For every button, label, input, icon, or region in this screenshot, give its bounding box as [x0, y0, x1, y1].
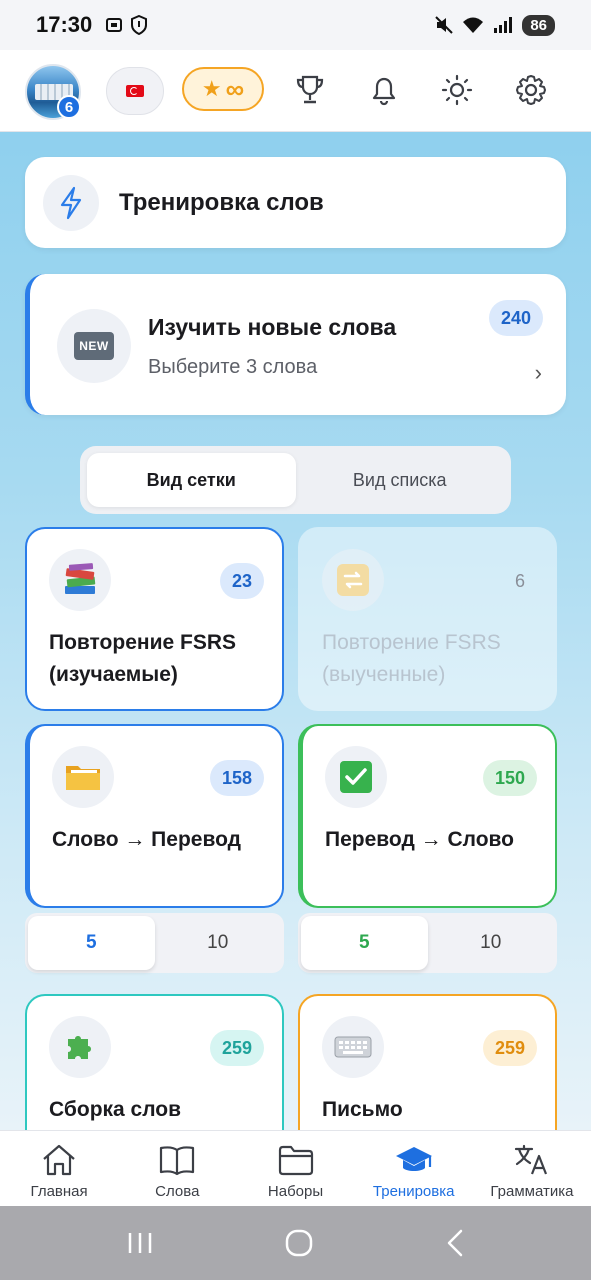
graduation-cap-icon [395, 1147, 432, 1171]
status-icons-left [104, 15, 148, 35]
grid-view-option[interactable]: Вид сетки [87, 453, 296, 507]
top-app-bar: 6 ★ ∞ [0, 50, 591, 132]
wifi-icon [463, 17, 484, 33]
writing-count-badge: 259 [482, 1030, 537, 1066]
lightning-icon-wrap [43, 174, 99, 231]
keyboard-icon-wrap [322, 1016, 384, 1078]
sun-icon [441, 74, 473, 106]
new-icon: NEW [74, 332, 114, 360]
view-toggle: Вид сетки Вид списка [80, 446, 511, 514]
notifications-button[interactable] [364, 70, 404, 110]
word-assembly-tile[interactable]: 259 Сборка слов [25, 994, 284, 1130]
book-icon [160, 1146, 195, 1176]
nav-sets[interactable]: Наборы [236, 1131, 354, 1206]
translation-word-tile[interactable]: 150 Перевод → Слово [298, 724, 557, 908]
gear-icon [516, 75, 546, 105]
fsrs-learned-label: Повторение FSRS (выученные) [322, 631, 501, 686]
books-icon [65, 563, 96, 594]
keyboard-icon [334, 1036, 372, 1058]
check-icon [340, 761, 372, 793]
repeat-icon-wrap [322, 549, 384, 611]
fsrs-learned-count-badge: 6 [514, 570, 525, 591]
mute-icon [435, 16, 454, 34]
language-flag-button[interactable] [106, 67, 164, 115]
fsrs-learning-tile[interactable]: 23 Повторение FSRS (изучаемые) [25, 527, 284, 711]
learn-new-words-subtitle: Выберите 3 слова [148, 356, 318, 378]
stars-button[interactable]: ★ ∞ [182, 67, 264, 111]
writing-tile[interactable]: 259 Письмо [298, 994, 557, 1130]
list-view-option[interactable]: Вид списка [296, 453, 505, 507]
word-translation-count-selector: 5 10 [25, 913, 284, 973]
status-time: 17:30 [36, 12, 93, 37]
level-badge: 6 [57, 95, 81, 119]
nav-sets-label: Наборы [267, 1183, 324, 1200]
screenshot-icon [106, 18, 123, 32]
chevron-right-icon: › [534, 360, 542, 385]
nav-home[interactable]: Главная [0, 1131, 118, 1206]
fsrs-learned-tile[interactable]: 6 Повторение FSRS (выученные) [298, 527, 557, 711]
word-translation-label: Слово → Перевод [52, 828, 241, 851]
folder-icon [66, 766, 100, 790]
new-words-count-badge: 240 [488, 300, 543, 336]
books-icon-wrap [49, 549, 111, 611]
bottom-navigation: Главная Слова Наборы Тренировка Граммати… [0, 1130, 591, 1206]
folder-icon-wrap [52, 746, 114, 808]
status-icons-right: 86 [434, 14, 555, 36]
trophy-icon [296, 75, 324, 104]
fsrs-learning-label: Повторение FSRS (изучаемые) [49, 631, 237, 686]
shield-icon [131, 15, 148, 35]
page-title: Тренировка слов [119, 188, 324, 216]
count-option-5[interactable]: 5 [301, 916, 428, 970]
training-header-card: Тренировка слов [25, 157, 566, 248]
recent-apps-icon[interactable] [125, 1230, 155, 1256]
translate-icon [514, 1144, 547, 1175]
nav-words[interactable]: Слова [118, 1131, 236, 1206]
translation-word-label: Перевод → Слово [325, 828, 514, 851]
settings-button[interactable] [511, 70, 551, 110]
lightning-icon [60, 186, 82, 219]
new-icon-wrap: NEW [57, 309, 131, 383]
star-icon: ★ [201, 76, 222, 101]
trophy-button[interactable] [290, 70, 330, 110]
back-icon[interactable] [443, 1228, 467, 1258]
theme-button[interactable] [437, 70, 477, 110]
home-icon [43, 1144, 75, 1176]
learn-new-words-card[interactable]: NEW Изучить новые слова Выберите 3 слова… [25, 274, 566, 415]
nav-home-label: Главная [30, 1183, 88, 1200]
battery-indicator: 86 [522, 14, 555, 36]
count-option-10[interactable]: 10 [428, 916, 555, 970]
nav-words-label: Слова [155, 1183, 200, 1200]
training-content[interactable]: Тренировка слов NEW Изучить новые слова … [0, 132, 591, 1130]
puzzle-icon-wrap [49, 1016, 111, 1078]
fsrs-learning-count-badge: 23 [219, 563, 264, 599]
folder-outline-icon [278, 1145, 313, 1176]
translation-word-count-selector: 5 10 [298, 913, 557, 973]
count-option-5[interactable]: 5 [28, 916, 155, 970]
system-navigation-bar [0, 1206, 591, 1280]
word-translation-count-badge: 158 [209, 760, 264, 796]
check-icon-wrap [325, 746, 387, 808]
turkey-flag-icon [126, 85, 144, 97]
learn-new-words-title: Изучить новые слова [148, 314, 397, 340]
bell-icon [372, 77, 396, 106]
signal-icon [494, 17, 513, 33]
puzzle-icon [68, 1036, 91, 1059]
nav-training[interactable]: Тренировка [355, 1131, 473, 1206]
home-button-icon[interactable] [284, 1228, 314, 1258]
word-assembly-label: Сборка слов [49, 1098, 182, 1121]
word-translation-tile[interactable]: 158 Слово → Перевод [25, 724, 284, 908]
writing-label: Письмо [322, 1098, 403, 1121]
word-assembly-count-badge: 259 [209, 1030, 264, 1066]
nav-grammar[interactable]: Грамматика [473, 1131, 591, 1206]
nav-grammar-label: Грамматика [490, 1183, 574, 1200]
stars-value: ∞ [225, 73, 245, 104]
repeat-icon [337, 564, 369, 596]
status-bar: 17:30 86 [0, 0, 591, 50]
translation-word-count-badge: 150 [482, 760, 537, 796]
count-option-10[interactable]: 10 [155, 916, 282, 970]
nav-training-label: Тренировка [372, 1183, 455, 1200]
